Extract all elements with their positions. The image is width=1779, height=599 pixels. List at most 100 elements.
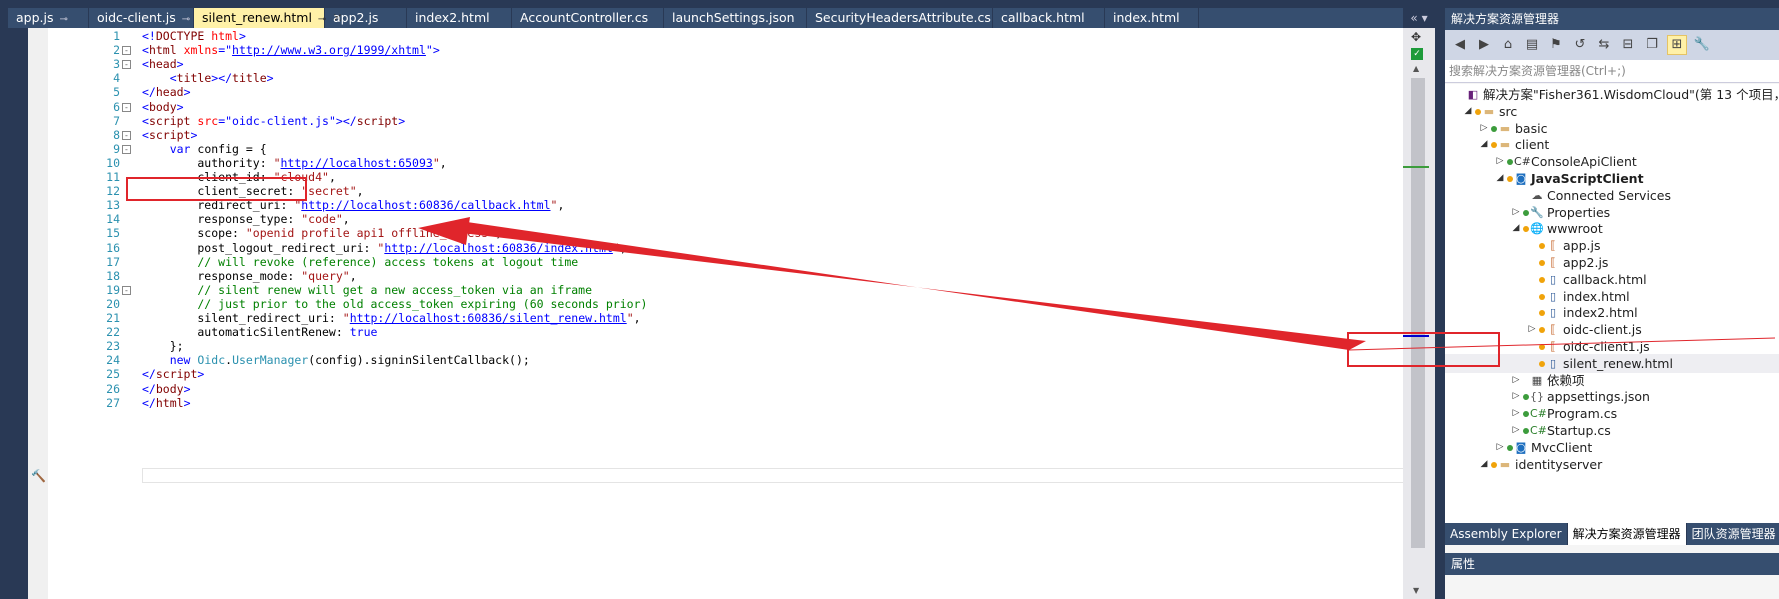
tab-index2-html[interactable]: index2.html	[407, 8, 512, 28]
line-number: 16	[106, 240, 120, 255]
hammer-icon[interactable]: 🔨	[31, 469, 46, 483]
code-token: "	[626, 311, 634, 325]
code-line[interactable]: post_logout_redirect_uri: "http://localh…	[142, 241, 626, 255]
scroll-up-icon[interactable]: ▲	[1413, 64, 1419, 73]
code-token: <	[142, 43, 149, 58]
code-line[interactable]: <!DOCTYPE html>	[142, 29, 246, 43]
line-number: 23	[106, 339, 120, 354]
forward-icon[interactable]: ▶	[1475, 36, 1493, 54]
code-token: >	[176, 99, 184, 114]
source-control-status-icon	[1539, 344, 1545, 350]
tab-app-js[interactable]: app.js ⊸	[8, 8, 89, 28]
code-line[interactable]: new Oidc.UserManager(config).signinSilen…	[142, 353, 530, 367]
source-control-status-icon	[1539, 260, 1545, 266]
code-line[interactable]: // will revoke (reference) access tokens…	[142, 255, 578, 269]
tab-oidc-client-js[interactable]: oidc-client.js ⊸	[89, 8, 194, 28]
collapse-arrow-icon[interactable]: ◢	[1479, 455, 1489, 474]
code-token: script	[148, 113, 191, 128]
code-token: // just prior to the old access_token ex…	[142, 296, 648, 311]
code-line[interactable]: response_mode: "query",	[142, 269, 356, 283]
back-icon[interactable]: ◀	[1451, 36, 1469, 54]
editor-vertical-scrollbar[interactable]: ✥ ✓ ▲ ▼	[1403, 28, 1435, 599]
fold-toggle-icon[interactable]: -	[122, 46, 131, 56]
preview-selected-icon[interactable]: ⊞	[1667, 35, 1687, 55]
code-line[interactable]: // just prior to the old access_token ex…	[142, 297, 647, 311]
tab-silent-renew-html[interactable]: silent_renew.html ⊸ ✕	[194, 8, 342, 28]
line-number: 14	[106, 212, 120, 227]
show-all-files-icon[interactable]: ❐	[1643, 36, 1661, 54]
home-icon[interactable]: ⌂	[1499, 36, 1517, 54]
pending-changes-icon[interactable]: ⚑	[1547, 36, 1565, 54]
code-line[interactable]: silent_redirect_uri: "http://localhost:6…	[142, 311, 640, 325]
tab-label: callback.html	[1001, 10, 1085, 25]
tab-accountcontroller-cs[interactable]: AccountController.cs	[512, 8, 664, 28]
code-line[interactable]: };	[142, 339, 184, 353]
code-editor[interactable]: 🔨 1 <!DOCTYPE html> 2- <html xmlns="http://…	[28, 28, 1435, 599]
tool-window-tab[interactable]: 解决方案资源管理器	[1567, 523, 1687, 545]
pin-icon[interactable]: ⊸	[60, 14, 68, 25]
code-token: http://localhost:65093	[280, 155, 433, 170]
code-line[interactable]: authority: "http://localhost:65093",	[142, 155, 446, 170]
code-token: authority:	[142, 155, 274, 170]
code-line[interactable]: <head>	[142, 57, 184, 71]
code-token: <	[142, 127, 149, 142]
history-icon[interactable]: ↺	[1571, 36, 1589, 54]
code-line[interactable]: <title></title>	[142, 71, 274, 85]
code-line[interactable]: // silent renew will get a new access_to…	[142, 283, 592, 297]
split-window-icon[interactable]: ✥	[1411, 30, 1421, 44]
code-token: head	[148, 57, 177, 72]
switch-views-icon[interactable]: ▤	[1523, 36, 1541, 54]
code-line[interactable]: <html xmlns="http://www.w3.org/1999/xhtm…	[142, 43, 440, 57]
code-token: ,	[557, 198, 565, 213]
solution-explorer-search[interactable]: 搜索解决方案资源管理器(Ctrl+;)	[1445, 60, 1779, 83]
tab-securityheadersattribute-cs[interactable]: SecurityHeadersAttribute.cs	[807, 8, 993, 28]
fold-toggle-icon[interactable]: -	[122, 60, 131, 70]
scrollbar-thumb[interactable]	[1411, 78, 1425, 548]
sync-icon[interactable]: ⇆	[1595, 36, 1613, 54]
code-line[interactable]: <script src="oidc-client.js"></script>	[142, 114, 405, 128]
tool-window-tab[interactable]: 团队资源管理器	[1687, 523, 1779, 545]
tab-app2-js[interactable]: app2.js	[325, 8, 407, 28]
code-line[interactable]: response_type: "code",	[142, 212, 349, 226]
tab-callback-html[interactable]: callback.html	[993, 8, 1105, 28]
folder-icon: ▬	[1499, 138, 1511, 152]
svc-icon: ☁	[1531, 188, 1543, 202]
panel-splitter[interactable]	[1435, 0, 1445, 599]
code-token: http://localhost:60836/callback.html	[301, 198, 551, 213]
code-line[interactable]: </html>	[142, 396, 191, 410]
code-token: html	[204, 29, 239, 43]
tree-item[interactable]: ◢ ▬ identityserver	[1445, 455, 1779, 474]
code-token: (config).signinSilentCallback();	[308, 353, 530, 368]
code-token: script	[148, 127, 191, 142]
sln-icon: ◧	[1467, 88, 1479, 101]
json-icon: {}	[1530, 390, 1544, 404]
source-control-status-icon	[1539, 310, 1545, 317]
code-token: scope:	[142, 226, 246, 241]
tool-window-tab[interactable]: Assembly Explorer	[1445, 523, 1568, 545]
code-line[interactable]: var config = {	[142, 142, 267, 156]
code-line[interactable]: <body>	[142, 100, 184, 114]
code-line[interactable]: <script>	[142, 128, 197, 142]
code-line[interactable]: </head>	[142, 85, 191, 99]
code-token: ="	[218, 43, 233, 58]
source-control-status-icon	[1475, 108, 1481, 115]
properties-icon[interactable]: 🔧	[1693, 36, 1711, 54]
csf-icon: C#	[1530, 424, 1547, 437]
code-line[interactable]: </body>	[142, 382, 191, 396]
collapse-all-icon[interactable]: ⊟	[1619, 36, 1637, 54]
fold-toggle-icon[interactable]: -	[122, 285, 131, 295]
fold-toggle-icon[interactable]: -	[122, 144, 131, 154]
tab-index-html[interactable]: index.html	[1105, 8, 1199, 28]
code-line[interactable]: scope: "openid profile api1 offline_acce…	[142, 226, 502, 240]
code-line[interactable]: automaticSilentRenew: true	[142, 325, 377, 339]
fold-toggle-icon[interactable]: -	[122, 102, 131, 112]
tab-overflow-menu[interactable]: « ▾	[1403, 8, 1435, 28]
fold-toggle-icon[interactable]: -	[122, 130, 131, 140]
pin-icon[interactable]: ⊸	[182, 14, 190, 25]
code-token: title	[176, 71, 212, 86]
source-control-status-icon	[1507, 159, 1513, 166]
scroll-down-icon[interactable]: ▼	[1413, 586, 1419, 595]
line-number: 1	[113, 29, 120, 43]
tab-launchsettings-json[interactable]: launchSettings.json	[664, 8, 807, 28]
code-line[interactable]: </script>	[142, 367, 204, 381]
